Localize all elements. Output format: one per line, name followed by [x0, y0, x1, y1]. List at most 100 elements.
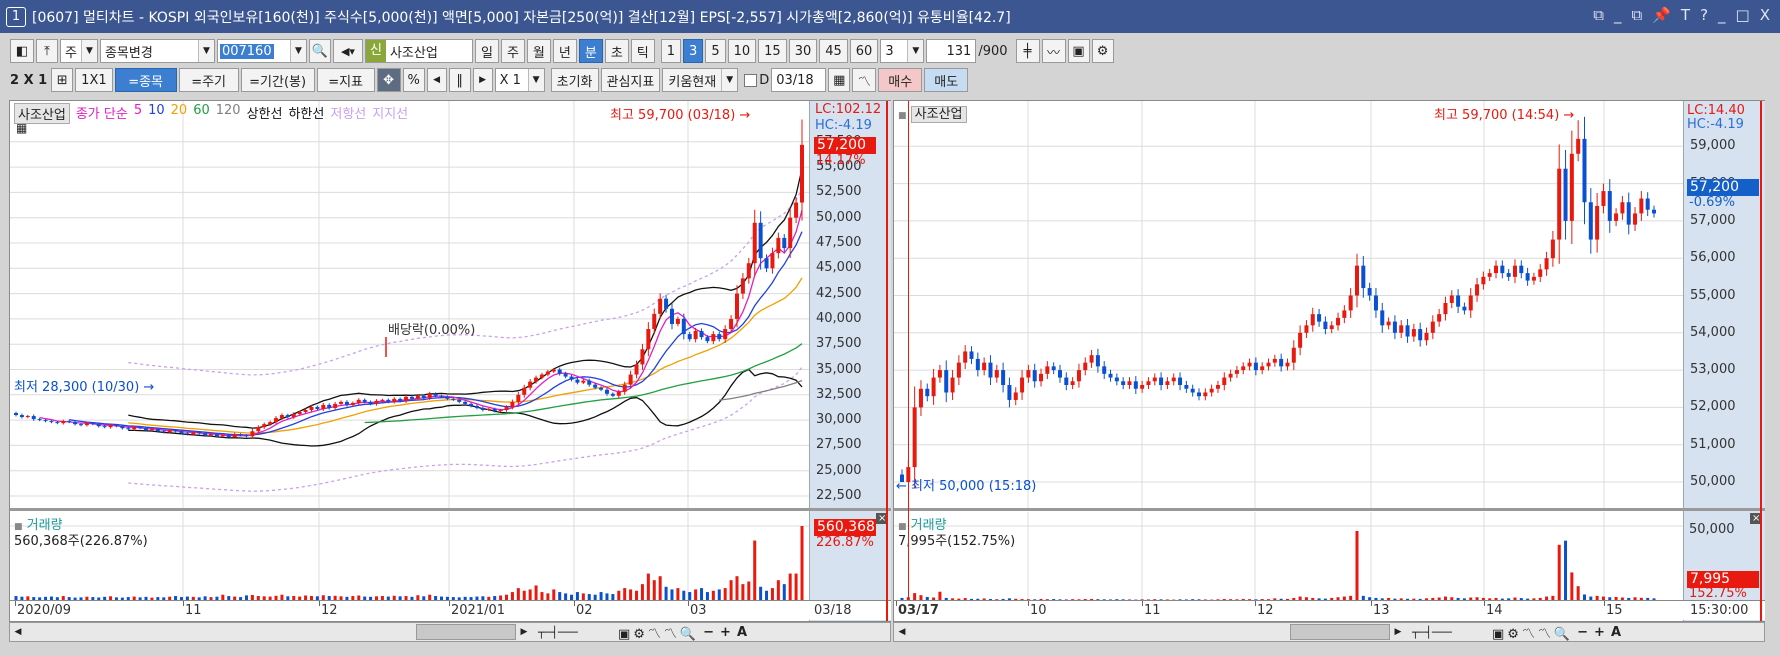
minimize-layout-icon[interactable]: _ [1614, 6, 1622, 24]
one-by-one-button[interactable]: 1X1 [75, 68, 113, 92]
period-day-button[interactable]: 일 [474, 39, 499, 63]
indicator-sync-button[interactable]: =지표 [316, 68, 375, 92]
line-add-icon[interactable]: 〰 [1041, 39, 1066, 63]
gear-icon[interactable]: ⚙ [1091, 39, 1114, 63]
bar-count-input[interactable]: 131 [926, 39, 977, 63]
text-icon[interactable]: A [737, 625, 747, 640]
minute-10-button[interactable]: 10 [727, 39, 757, 63]
next-icon[interactable]: ▶ [472, 68, 493, 92]
period-week-button[interactable]: 주 [500, 39, 525, 63]
move-icon[interactable]: ✥ [376, 68, 401, 92]
range-sync-button[interactable]: =기간(봉) [240, 68, 315, 92]
legend-item[interactable]: 상한선 [247, 103, 283, 124]
kiwoom-select[interactable]: 키움현재 ▼ [662, 68, 739, 92]
pane-divider[interactable] [894, 508, 1765, 511]
sell-button[interactable]: 매도 [924, 68, 969, 92]
period-year-button[interactable]: 년 [552, 39, 577, 63]
stock-name-label[interactable]: 사조산업 [910, 106, 967, 123]
cascade-icon[interactable]: ⧉ [1631, 6, 1642, 24]
save-icon[interactable]: ▣ [1067, 39, 1090, 63]
daily-scrollbar[interactable]: ◀ ▶ ┬─┤─── ▣⚙〽〽🔍 − + A [9, 622, 891, 642]
minute-chart-pane[interactable]: ■ 사조산업 LC:14.40 HC:-4.19 59,00058,00057,… [893, 100, 1765, 622]
stock-name-field[interactable]: 신 사조산업 [364, 39, 473, 63]
pin-icon[interactable]: 📌 [1652, 6, 1671, 24]
zoom-in-icon[interactable]: + [1594, 625, 1605, 640]
grid-icon[interactable]: ⊞ [51, 68, 74, 92]
font-icon[interactable]: T [1681, 6, 1690, 24]
minimize-icon[interactable]: _ [1718, 6, 1726, 24]
volume-bar [938, 591, 942, 600]
volume-plot[interactable] [10, 512, 809, 600]
speaker-dropdown-icon[interactable]: ◀▾ [332, 39, 363, 63]
maximize-icon[interactable]: □ [1736, 6, 1750, 24]
legend-item[interactable]: 5 [134, 103, 142, 124]
date-input[interactable]: 03/18 [771, 68, 827, 92]
percent-button[interactable]: % [402, 68, 425, 92]
cycle-sync-button[interactable]: =주기 [178, 68, 239, 92]
minute-scrollbar[interactable]: ◀ ▶ ┬─┤─── ▣⚙〽〽🔍 − + A [893, 622, 1765, 642]
reset-button[interactable]: 초기화 [550, 68, 599, 92]
scroll-left-icon[interactable]: ◀ [894, 627, 910, 637]
prev-icon[interactable]: ◀ [426, 68, 447, 92]
zoom-select[interactable]: X 1 ▼ [494, 68, 545, 92]
help-icon[interactable]: ? [1700, 6, 1708, 24]
legend-item[interactable]: 지지선 [372, 103, 408, 124]
scroll-left-icon[interactable]: ◀ [10, 627, 26, 637]
text-icon[interactable]: A [1611, 625, 1621, 640]
period-month-button[interactable]: 월 [526, 39, 551, 63]
date-checkbox[interactable] [744, 73, 758, 87]
pane-divider[interactable] [10, 508, 891, 511]
candle-body [1437, 314, 1442, 322]
minute-15-button[interactable]: 15 [758, 39, 787, 63]
price-plot[interactable] [10, 101, 809, 508]
zoom-in-icon[interactable]: + [720, 625, 731, 640]
price-tick: 27,500 [816, 437, 862, 453]
volume-plot[interactable] [894, 512, 1683, 600]
zoom-out-icon[interactable]: − [703, 625, 714, 640]
market-select[interactable]: 주 ▼ [60, 39, 98, 63]
candle-add-icon[interactable]: ╪ [1015, 39, 1040, 63]
table-icon[interactable]: ▦ [16, 121, 27, 135]
panel-toggle-icon[interactable]: ◧ [10, 39, 34, 63]
item-sync-button[interactable]: =종목 [114, 68, 177, 92]
daily-chart-pane[interactable]: 사조산업 종가 단순5102060120상한선하한선저항선지지선 ▦ 57,50… [9, 100, 891, 622]
favorite-indicator-button[interactable]: 관심지표 [600, 68, 661, 92]
stock-code-input[interactable]: 007160 ▼ [216, 39, 307, 63]
minute-5-button[interactable]: 5 [705, 39, 726, 63]
interval-select[interactable]: 3 ▼ [880, 39, 925, 63]
minute-3-button[interactable]: 3 [683, 39, 704, 63]
legend-item[interactable]: 20 [171, 103, 188, 124]
zoom-slider[interactable]: ┬─┤─── [538, 626, 588, 639]
minute-60-button[interactable]: 60 [849, 39, 879, 63]
period-minute-button[interactable]: 분 [578, 39, 603, 63]
scroll-right-icon[interactable]: ▶ [1390, 627, 1406, 637]
search-icon[interactable]: 🔍 [308, 39, 331, 63]
chart-tool-icon[interactable]: 〽 [852, 68, 877, 92]
minute-1-button[interactable]: 1 [660, 39, 682, 63]
legend-item[interactable]: 120 [216, 103, 241, 124]
legend-item[interactable]: 10 [148, 103, 165, 124]
zoom-out-icon[interactable]: − [1577, 625, 1588, 640]
price-plot[interactable] [894, 101, 1683, 508]
stock-change-select[interactable]: 종목변경 ▼ [99, 39, 215, 63]
scroll-thumb[interactable] [1290, 624, 1390, 640]
legend-item[interactable]: 저항선 [330, 103, 366, 124]
zoom-slider[interactable]: ┬─┤─── [1412, 626, 1462, 639]
restore-layout-icon[interactable]: ⧉ [1593, 6, 1604, 24]
minute-45-button[interactable]: 45 [819, 39, 848, 63]
close-icon[interactable]: X [1760, 6, 1770, 24]
minute-30-button[interactable]: 30 [788, 39, 818, 63]
calendar-icon[interactable]: ▦ [828, 68, 851, 92]
scroll-thumb[interactable] [416, 624, 516, 640]
legend-item[interactable]: 종가 단순 [76, 103, 128, 124]
period-tick-button[interactable]: 틱 [630, 39, 655, 63]
pause-icon[interactable]: ‖ [448, 68, 471, 92]
chart-tools-icon[interactable]: ▣⚙〽〽🔍 [618, 623, 699, 642]
chart-tools-icon[interactable]: ▣⚙〽〽🔍 [1492, 623, 1573, 642]
top-align-icon[interactable]: ⤒ [36, 39, 58, 63]
buy-button[interactable]: 매수 [878, 68, 923, 92]
scroll-right-icon[interactable]: ▶ [516, 627, 532, 637]
period-second-button[interactable]: 초 [604, 39, 629, 63]
legend-item[interactable]: 하한선 [288, 103, 324, 124]
legend-item[interactable]: 60 [193, 103, 210, 124]
